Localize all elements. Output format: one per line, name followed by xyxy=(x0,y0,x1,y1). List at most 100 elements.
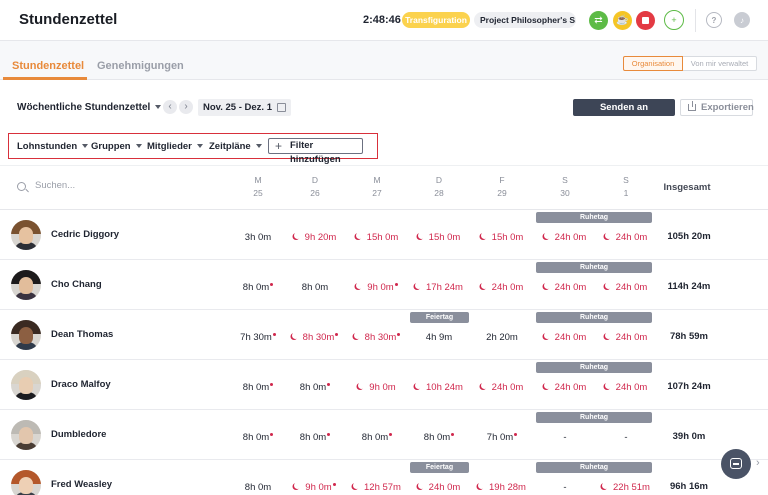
next-week-button[interactable]: › xyxy=(179,100,193,114)
time-cell[interactable]: 24h 0m xyxy=(468,282,536,293)
time-cell[interactable]: 10h 24m xyxy=(405,382,473,393)
overtime-icon xyxy=(481,232,488,239)
break-icon[interactable]: ☕ xyxy=(613,11,632,30)
flag-dot-icon xyxy=(389,432,393,436)
time-cell[interactable]: 4h 9m xyxy=(405,332,473,343)
filter-zeitplaene[interactable]: Zeitpläne xyxy=(209,141,262,152)
table-row[interactable]: Draco Malfoy Ruhetag 8h 0m 8h 0m 9h 0m 10h 24… xyxy=(0,360,768,410)
time-cell[interactable]: 15h 0m xyxy=(468,232,536,243)
time-cell[interactable]: 24h 0m xyxy=(531,282,599,293)
scope-managed-button[interactable]: Von mir verwaltet xyxy=(683,56,757,71)
time-cell[interactable]: 24h 0m xyxy=(531,332,599,343)
employee-name[interactable]: Dumbledore xyxy=(51,429,106,440)
time-cell[interactable]: 9h 0m xyxy=(343,382,411,393)
time-value: 10h 24m xyxy=(426,382,463,393)
tab-genehmigungen[interactable]: Genehmigungen xyxy=(97,60,184,72)
rest-day-badge: Ruhetag xyxy=(536,212,652,223)
help-icon[interactable]: ? xyxy=(706,12,722,28)
add-filter-button[interactable]: + Filter hinzufügen xyxy=(268,138,363,165)
time-cell[interactable]: 8h 0m xyxy=(281,382,349,393)
view-select[interactable]: Wöchentliche Stundenzettel xyxy=(17,102,162,113)
time-value: 9h 0m xyxy=(305,482,332,493)
employee-name[interactable]: Cedric Diggory xyxy=(51,229,119,240)
notifications-icon[interactable]: ♪ xyxy=(734,12,750,28)
employee-name[interactable]: Cho Chang xyxy=(51,279,102,290)
scope-organisation-button[interactable]: Organisation xyxy=(623,56,683,71)
chevron-down-icon xyxy=(255,144,262,149)
time-value: 17h 24m xyxy=(426,282,463,293)
rest-day-badge: Ruhetag xyxy=(536,412,652,423)
employee-name[interactable]: Fred Weasley xyxy=(51,479,112,490)
activity-pill[interactable]: Transfiguration xyxy=(402,12,470,28)
time-cell[interactable]: 24h 0m xyxy=(592,232,660,243)
employee-name[interactable]: Dean Thomas xyxy=(51,329,113,340)
time-cell[interactable]: - xyxy=(531,432,599,443)
export-icon xyxy=(688,101,696,111)
time-value: 9h 0m xyxy=(369,382,396,393)
time-cell[interactable]: 8h 30m xyxy=(281,332,349,343)
time-cell[interactable]: 8h 0m xyxy=(281,282,349,293)
time-cell[interactable]: 24h 0m xyxy=(592,382,660,393)
time-cell[interactable]: 24h 0m xyxy=(592,282,660,293)
export-button[interactable]: Exportieren xyxy=(680,99,754,116)
time-cell[interactable]: - xyxy=(592,432,660,443)
day-letter: D xyxy=(435,175,443,185)
table-row[interactable]: Fred Weasley Ruhetag Feiertag 8h 0m 9h 0m 12h… xyxy=(0,460,768,495)
time-value: 8h 0m xyxy=(242,382,270,393)
time-cell[interactable]: 7h 0m xyxy=(468,432,536,443)
table-row[interactable]: Cho Chang Ruhetag 8h 0m 8h 0m 9h 0m 17h 24m 24… xyxy=(0,260,768,310)
overtime-icon xyxy=(605,282,612,289)
time-value: 8h 30m xyxy=(302,332,335,343)
time-cell[interactable]: 12h 57m xyxy=(343,482,411,493)
add-time-icon[interactable]: + xyxy=(664,10,684,30)
time-value: 24h 0m xyxy=(428,482,461,493)
time-cell[interactable]: 24h 0m xyxy=(405,482,473,493)
time-cell[interactable]: 24h 0m xyxy=(531,382,599,393)
employee-name[interactable]: Draco Malfoy xyxy=(51,379,111,390)
time-cell[interactable]: 17h 24m xyxy=(405,282,473,293)
time-cell[interactable]: 24h 0m xyxy=(592,332,660,343)
table-row[interactable]: Dumbledore Ruhetag 8h 0m 8h 0m 8h 0m 8h 0m 7h … xyxy=(0,410,768,460)
time-cell[interactable]: 9h 20m xyxy=(281,232,349,243)
overtime-icon xyxy=(294,232,301,239)
chevron-right-icon[interactable]: › xyxy=(756,457,760,469)
chat-icon[interactable] xyxy=(721,449,751,479)
time-cell[interactable]: 9h 0m xyxy=(281,482,349,493)
holiday-badge: Feiertag xyxy=(410,312,469,323)
time-cell[interactable]: 15h 0m xyxy=(343,232,411,243)
search-input[interactable] xyxy=(35,180,155,191)
chevron-down-icon xyxy=(135,144,142,149)
tab-stundenzettel[interactable]: Stundenzettel xyxy=(12,60,84,72)
time-cell[interactable]: 22h 51m xyxy=(592,482,660,493)
day-letter: D xyxy=(311,175,319,185)
time-value: 22h 51m xyxy=(613,482,650,493)
flag-dot-icon xyxy=(327,382,331,386)
send-to-quickbooks-button[interactable]: Senden an QuickBooks xyxy=(573,99,675,130)
filter-mitglieder[interactable]: Mitglieder xyxy=(147,141,203,152)
time-cell[interactable]: - xyxy=(531,482,599,493)
project-pill[interactable]: Project Philosopher's S... xyxy=(474,12,576,28)
time-cell[interactable]: 19h 28m xyxy=(468,482,536,493)
time-cell[interactable]: 15h 0m xyxy=(405,232,473,243)
stop-icon[interactable] xyxy=(636,11,655,30)
filter-gruppen[interactable]: Gruppen xyxy=(91,141,142,152)
time-cell[interactable]: 9h 0m xyxy=(343,282,411,293)
time-cell[interactable]: 8h 0m xyxy=(281,432,349,443)
table-row[interactable]: Cedric Diggory Ruhetag 3h 0m 9h 20m 15h 0m 15… xyxy=(0,210,768,260)
prev-week-button[interactable]: ‹ xyxy=(163,100,177,114)
date-range-picker[interactable]: Nov. 25 - Dez. 1 xyxy=(198,99,291,116)
time-cell[interactable]: 24h 0m xyxy=(468,382,536,393)
time-cell[interactable]: 8h 30m xyxy=(343,332,411,343)
switch-activity-icon[interactable]: ⇄ xyxy=(589,11,608,30)
time-cell[interactable]: 8h 0m xyxy=(343,432,411,443)
time-cell[interactable]: 24h 0m xyxy=(531,232,599,243)
time-cell[interactable]: 8h 0m xyxy=(405,432,473,443)
time-value: 9h 20m xyxy=(304,232,337,243)
plus-icon: + xyxy=(275,139,283,153)
chevron-down-icon xyxy=(196,144,203,149)
filter-lohnstunden[interactable]: Lohnstunden xyxy=(17,141,89,152)
time-value: 24h 0m xyxy=(554,232,587,243)
overtime-icon xyxy=(356,282,363,289)
time-cell[interactable]: 2h 20m xyxy=(468,332,536,343)
table-row[interactable]: Dean Thomas Ruhetag Feiertag 7h 30m 8h 30m 8h… xyxy=(0,310,768,360)
